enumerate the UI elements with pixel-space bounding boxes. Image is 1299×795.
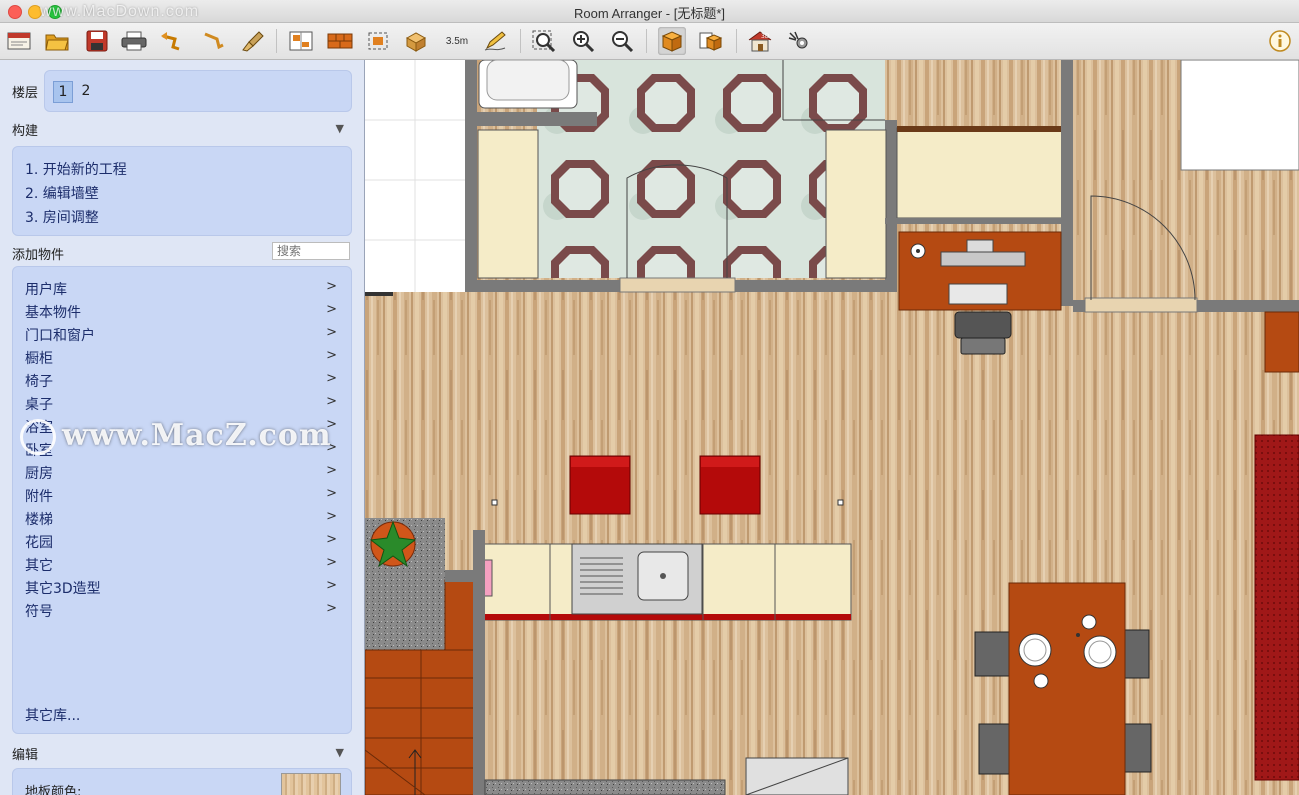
category-cabinets[interactable]: 橱柜 > [25, 348, 337, 370]
build-section-title[interactable]: 构建 [12, 120, 38, 139]
cup [1081, 614, 1097, 630]
floor-plan-svg [365, 60, 1299, 795]
floor-tab-1[interactable]: 1 [53, 81, 73, 103]
edit-section-title[interactable]: 编辑 [12, 744, 38, 763]
toolbar: 3.5m 3D [0, 23, 1299, 60]
add-objects-title: 添加物件 [12, 248, 65, 263]
category-other-3d[interactable]: 其它3D造型 > [25, 578, 337, 600]
move-object-icon[interactable] [403, 27, 431, 55]
zoom-fit-icon[interactable] [531, 27, 559, 55]
build-item-edit-walls[interactable]: 2. 编辑墙壁 [25, 183, 99, 203]
category-symbols[interactable]: 符号 > [25, 601, 337, 623]
build-item-new-project[interactable]: 1. 开始新的工程 [25, 159, 127, 179]
wall-segment [885, 120, 897, 292]
floor-tab-2[interactable]: 2 [77, 81, 95, 101]
undo-icon[interactable] [158, 27, 186, 55]
right-door-opening[interactable] [1084, 297, 1198, 313]
measure-icon[interactable]: 3.5m [443, 27, 471, 55]
pencil-icon[interactable] [482, 27, 510, 55]
chevron-right-icon: > [326, 601, 337, 616]
category-doors-windows[interactable]: 门口和窗户 > [25, 325, 337, 347]
floor-color-swatch[interactable] [281, 773, 341, 795]
room-properties-icon[interactable] [287, 27, 315, 55]
chevron-right-icon: > [326, 532, 337, 547]
keyboard[interactable] [948, 283, 1008, 305]
chevron-right-icon: > [326, 279, 337, 294]
save-icon[interactable] [83, 27, 111, 55]
bathroom-cabinet-right[interactable] [825, 129, 887, 279]
floors-label: 楼层 [12, 86, 39, 101]
watermark-overlay: www.MacZ.com [20, 418, 332, 455]
category-accessories[interactable]: 附件 > [25, 486, 337, 508]
zoom-in-icon[interactable] [570, 27, 598, 55]
build-item-room-adjust[interactable]: 3. 房间调整 [25, 207, 99, 227]
chevron-right-icon: > [326, 302, 337, 317]
edit-panel: 地板颜色: [12, 768, 352, 795]
white-furniture-top-right[interactable] [1180, 60, 1299, 171]
floor-color-label: 地板颜色: [25, 785, 82, 795]
wall-segment [473, 530, 485, 795]
cabinet-top-right[interactable] [896, 127, 1068, 219]
chevron-right-icon: > [326, 509, 337, 524]
category-other[interactable]: 其它 > [25, 555, 337, 577]
print-icon[interactable] [120, 27, 148, 55]
dining-chair[interactable] [974, 631, 1010, 677]
3d-house-icon[interactable]: 3D [746, 27, 774, 55]
build-collapse-icon[interactable]: ▼ [336, 122, 344, 135]
bathroom-cabinet-left[interactable] [477, 129, 539, 279]
open-folder-icon[interactable] [43, 27, 71, 55]
3d-box-copy-icon[interactable] [697, 27, 725, 55]
office-chair[interactable] [954, 311, 1012, 339]
category-basic-objects[interactable]: 基本物件 > [25, 302, 337, 324]
cup [1033, 673, 1049, 689]
build-panel: 1. 开始新的工程 2. 编辑墙壁 3. 房间调整 [12, 146, 352, 236]
bathroom-door-opening[interactable] [619, 277, 736, 293]
category-chairs[interactable]: 椅子 > [25, 371, 337, 393]
chevron-right-icon: > [326, 371, 337, 386]
dining-table[interactable] [1008, 582, 1126, 795]
category-kitchen[interactable]: 厨房 > [25, 463, 337, 485]
chevron-right-icon: > [326, 348, 337, 363]
select-area-icon[interactable] [365, 27, 393, 55]
chevron-right-icon: > [326, 555, 337, 570]
more-libraries-link[interactable]: 其它库... [25, 705, 337, 727]
chevron-right-icon: > [326, 325, 337, 340]
redo-icon[interactable] [200, 27, 228, 55]
categories-panel: 用户库 > 基本物件 > 门口和窗户 > 橱柜 > 椅子 > 桌子 > 浴室 > 卧室 > 厨房… [12, 266, 352, 734]
dining-chair[interactable] [978, 723, 1012, 775]
chevron-right-icon: > [326, 486, 337, 501]
settings-gear-icon[interactable] [786, 27, 814, 55]
chevron-right-icon: > [326, 578, 337, 593]
zoom-out-icon[interactable] [609, 27, 637, 55]
wall-segment [465, 60, 477, 292]
red-rug[interactable] [1254, 434, 1299, 781]
watermark-logo-icon [20, 419, 56, 455]
wall-icon[interactable] [326, 27, 354, 55]
title-bar: www.MacDown.com Room Arranger - [无标题*] [0, 0, 1299, 23]
chevron-right-icon: > [326, 463, 337, 478]
info-icon[interactable] [1266, 27, 1294, 55]
category-tables[interactable]: 桌子 > [25, 394, 337, 416]
window-title: Room Arranger - [无标题*] [574, 6, 725, 21]
search-input[interactable] [272, 242, 350, 260]
svg-text:3D: 3D [761, 33, 770, 40]
floor-plan-canvas[interactable] [365, 60, 1299, 795]
category-stairs[interactable]: 楼梯 > [25, 509, 337, 531]
floors-panel: 1 2 [44, 70, 352, 112]
chevron-right-icon: > [326, 394, 337, 409]
paint-brush-icon[interactable] [240, 27, 268, 55]
3d-box-icon[interactable] [658, 27, 686, 55]
category-user-library[interactable]: 用户库 > [25, 279, 337, 301]
edit-collapse-icon[interactable]: ▼ [336, 746, 344, 759]
new-project-icon[interactable] [5, 27, 33, 55]
category-garden[interactable]: 花园 > [25, 532, 337, 554]
wall-segment [477, 112, 597, 126]
wall-segment [1061, 126, 1073, 306]
